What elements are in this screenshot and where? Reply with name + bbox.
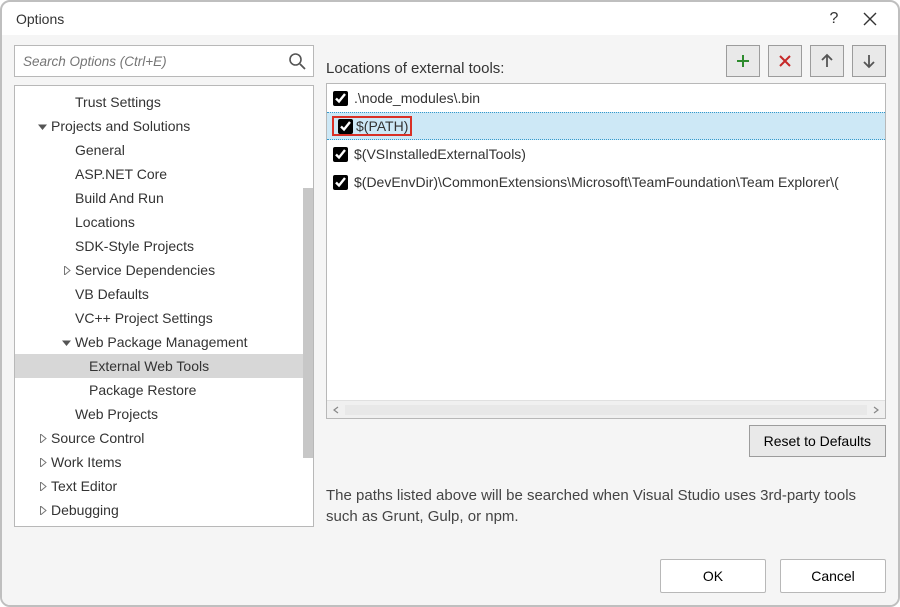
tree-item-label: Text Editor xyxy=(51,478,117,494)
list-row-checkbox[interactable] xyxy=(333,175,348,190)
search-input[interactable] xyxy=(15,54,313,69)
list-row-highlighted: $(PATH) xyxy=(333,117,411,135)
tree-item[interactable]: Projects and Solutions xyxy=(15,114,313,138)
tree-item[interactable]: Trust Settings xyxy=(15,90,313,114)
tree-item-label: Package Restore xyxy=(89,382,196,398)
close-icon xyxy=(863,12,877,26)
arrow-up-icon xyxy=(820,53,834,69)
cancel-button[interactable]: Cancel xyxy=(780,559,886,593)
tree-item-label: VB Defaults xyxy=(75,286,149,302)
plus-icon xyxy=(735,53,751,69)
list-row-checkbox[interactable] xyxy=(338,119,353,134)
dialog-body: Trust Settings Projects and Solutions Gene… xyxy=(2,35,898,605)
tree-item-label: Debugging xyxy=(51,502,119,518)
tree-item[interactable]: Web Projects xyxy=(15,402,313,426)
arrow-down-icon xyxy=(862,53,876,69)
list-row-label: $(DevEnvDir)\CommonExtensions\Microsoft\… xyxy=(354,174,839,190)
toolbar xyxy=(726,45,886,77)
reset-defaults-button[interactable]: Reset to Defaults xyxy=(749,425,886,457)
chevron-down-icon[interactable] xyxy=(59,338,73,347)
tree-item-label: SDK-Style Projects xyxy=(75,238,194,254)
titlebar: Options ? xyxy=(2,2,898,35)
tree-item-label: ASP.NET Core xyxy=(75,166,167,182)
right-column: Locations of external tools: xyxy=(326,45,886,527)
tree-item-label: External Web Tools xyxy=(89,358,209,374)
tree-item-label: VC++ Project Settings xyxy=(75,310,213,326)
list-row-checkbox[interactable] xyxy=(333,91,348,106)
top-row: Locations of external tools: xyxy=(326,45,886,77)
close-button[interactable] xyxy=(856,5,884,33)
options-tree[interactable]: Trust Settings Projects and Solutions Gene… xyxy=(14,85,314,527)
tree-item[interactable]: External Web Tools xyxy=(15,354,313,378)
tree-item[interactable]: General xyxy=(15,138,313,162)
ok-button[interactable]: OK xyxy=(660,559,766,593)
remove-button[interactable] xyxy=(768,45,802,77)
tree-item[interactable]: Text Editor xyxy=(15,474,313,498)
x-icon xyxy=(778,54,792,68)
list-h-scrollbar[interactable] xyxy=(327,400,885,418)
tree-item-label: Web Projects xyxy=(75,406,158,422)
window-title: Options xyxy=(16,11,812,27)
tree-item-label: Web Package Management xyxy=(75,334,248,350)
list-row-label: $(VSInstalledExternalTools) xyxy=(354,146,526,162)
tree-item-label: Build And Run xyxy=(75,190,164,206)
tree-item[interactable]: Service Dependencies xyxy=(15,258,313,282)
left-column: Trust Settings Projects and Solutions Gene… xyxy=(14,45,314,527)
list-row-label: $(PATH) xyxy=(356,118,408,134)
scroll-left[interactable] xyxy=(327,401,345,419)
tree-item[interactable]: VC++ Project Settings xyxy=(15,306,313,330)
tree-item[interactable]: ASP.NET Core xyxy=(15,162,313,186)
move-down-button[interactable] xyxy=(852,45,886,77)
tree-item[interactable]: Build And Run xyxy=(15,186,313,210)
chevron-right-icon[interactable] xyxy=(35,506,49,515)
chevron-right-icon[interactable] xyxy=(35,482,49,491)
search-options[interactable] xyxy=(14,45,314,77)
tree-item[interactable]: SDK-Style Projects xyxy=(15,234,313,258)
tree-item-label: Service Dependencies xyxy=(75,262,215,278)
tree-item-label: Trust Settings xyxy=(75,94,161,110)
tree-item[interactable]: Web Package Management xyxy=(15,330,313,354)
options-dialog: Options ? Trust Settings Projects and Sol… xyxy=(0,0,900,607)
chevron-right-icon[interactable] xyxy=(59,266,73,275)
add-button[interactable] xyxy=(726,45,760,77)
tree-item-label: Locations xyxy=(75,214,135,230)
move-up-button[interactable] xyxy=(810,45,844,77)
tree-item-label: General xyxy=(75,142,125,158)
scroll-track[interactable] xyxy=(345,405,867,415)
chevron-right-icon[interactable] xyxy=(35,458,49,467)
list-row[interactable]: .\node_modules\.bin xyxy=(327,84,885,112)
list-row[interactable]: $(VSInstalledExternalTools) xyxy=(327,140,885,168)
tree-item[interactable]: Source Control xyxy=(15,426,313,450)
tree-item[interactable]: Work Items xyxy=(15,450,313,474)
tree-item-label: Work Items xyxy=(51,454,122,470)
tree-item[interactable]: VB Defaults xyxy=(15,282,313,306)
content-area: Trust Settings Projects and Solutions Gene… xyxy=(14,45,886,527)
scroll-right[interactable] xyxy=(867,401,885,419)
locations-list[interactable]: .\node_modules\.bin $(PATH) $(VSInstalledE… xyxy=(326,83,886,419)
chevron-right-icon[interactable] xyxy=(35,434,49,443)
below-list: Reset to Defaults xyxy=(326,425,886,457)
tree-scrollbar[interactable] xyxy=(303,188,313,458)
list-row[interactable]: $(DevEnvDir)\CommonExtensions\Microsoft\… xyxy=(327,168,885,196)
tree-item-label: Projects and Solutions xyxy=(51,118,190,134)
locations-label: Locations of external tools: xyxy=(326,60,726,77)
search-icon xyxy=(287,51,307,71)
tree-item[interactable]: Locations xyxy=(15,210,313,234)
dialog-footer: OK Cancel xyxy=(14,527,886,593)
help-button[interactable]: ? xyxy=(820,5,848,33)
chevron-down-icon[interactable] xyxy=(35,122,49,131)
list-row-checkbox[interactable] xyxy=(333,147,348,162)
tree-item[interactable]: Package Restore xyxy=(15,378,313,402)
list-row[interactable]: $(PATH) xyxy=(327,112,885,140)
list-row-label: .\node_modules\.bin xyxy=(354,90,480,106)
tree-item[interactable]: Debugging xyxy=(15,498,313,522)
help-text: The paths listed above will be searched … xyxy=(326,485,886,527)
tree-item-label: Source Control xyxy=(51,430,144,446)
